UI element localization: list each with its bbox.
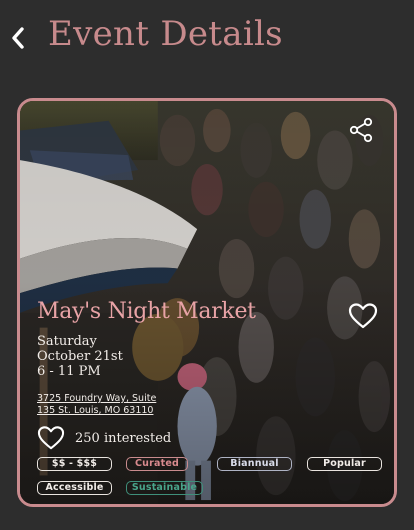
tag-popular[interactable]: Popular [307, 457, 382, 471]
back-button[interactable] [6, 24, 30, 52]
tag-accessible[interactable]: Accessible [37, 481, 112, 495]
header: Event Details [0, 0, 414, 80]
event-address-link[interactable]: 3725 Foundry Way, Suite 135 St. Louis, M… [37, 393, 257, 417]
event-day: Saturday [37, 334, 97, 349]
interested-heart-icon[interactable] [37, 425, 65, 451]
event-date: October 21st [37, 349, 123, 364]
tag-curated[interactable]: Curated [126, 457, 188, 471]
tag-sustainable[interactable]: Sustainable [126, 481, 203, 495]
favorite-button[interactable] [348, 302, 378, 330]
event-time: 6 - 11 PM [37, 364, 101, 379]
tag-price[interactable]: $$ - $$$ [37, 457, 112, 471]
chevron-left-icon [12, 27, 24, 49]
tag-biannual[interactable]: Biannual [217, 457, 292, 471]
heart-outline-icon [348, 303, 378, 329]
event-card[interactable]: May's Night Market Saturday October 21st… [17, 98, 397, 507]
interest-row: 250 interested [37, 423, 171, 453]
page-title: Event Details [48, 14, 283, 54]
share-button[interactable] [348, 117, 374, 143]
event-details-screen: Event Details May's Night Market Saturda… [0, 0, 414, 530]
share-icon [349, 117, 373, 143]
address-line-1: 3725 Foundry Way, Suite [37, 393, 157, 404]
address-line-2: 135 St. Louis, MO 63110 [37, 405, 154, 416]
event-name: May's Night Market [37, 299, 256, 324]
event-datetime: Saturday October 21st 6 - 11 PM [37, 334, 237, 379]
interested-count: 250 interested [75, 430, 172, 446]
